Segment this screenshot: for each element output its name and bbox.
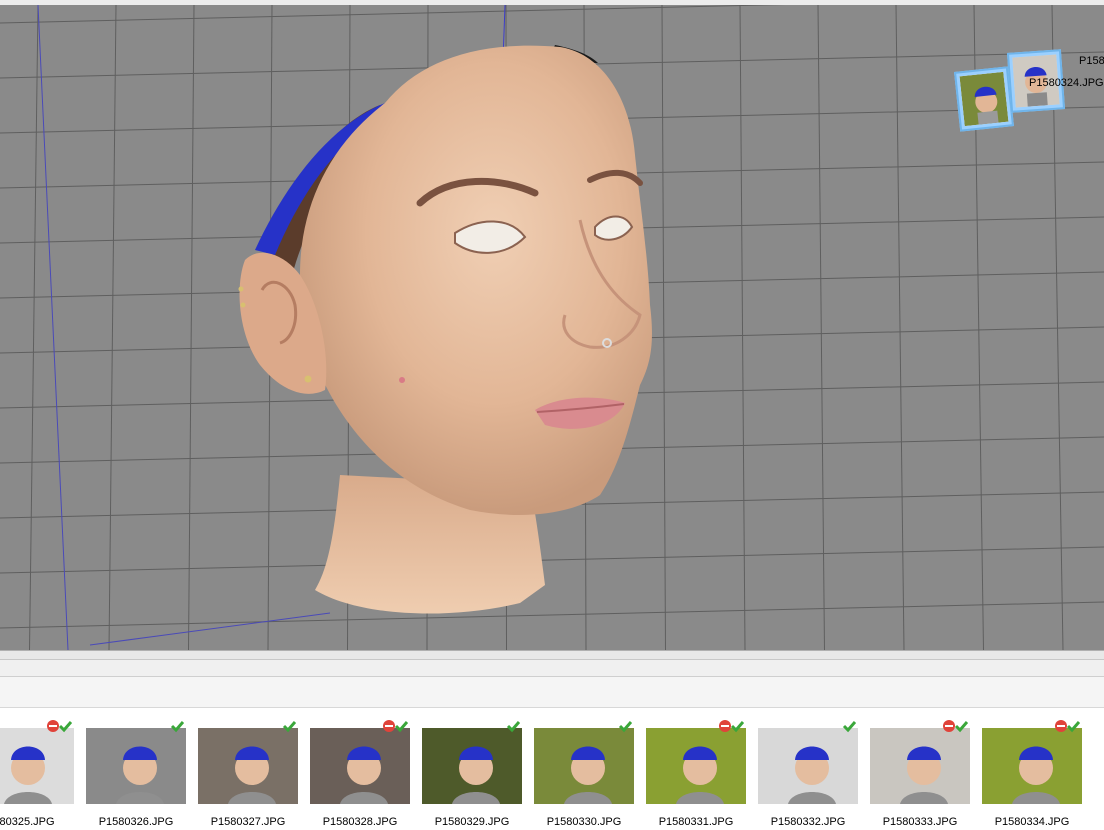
photo-thumbnail[interactable]: P1580333.JPG — [870, 708, 974, 830]
head-model — [238, 45, 652, 614]
photo-thumbnail[interactable]: P1580328.JPG — [310, 708, 414, 830]
check-icon — [954, 719, 969, 733]
photo-filmstrip[interactable]: 580325.JPG P1580326.JPG P1580327.JPG P15803… — [0, 708, 1104, 830]
disabled-icon — [46, 719, 60, 733]
check-icon — [282, 719, 297, 733]
camera-thumbnail[interactable] — [954, 66, 1014, 132]
camera-stack[interactable]: P158 P1580324.JPG — [954, 43, 1104, 143]
photo-image — [198, 728, 298, 804]
photo-thumbnail[interactable]: P1580326.JPG — [86, 708, 190, 830]
photo-image — [534, 728, 634, 804]
grid-line — [0, 5, 786, 24]
photos-toolbar — [0, 676, 1104, 708]
photo-filename: 580325.JPG — [0, 816, 55, 828]
camera-image — [959, 71, 1009, 127]
grid-line — [661, 5, 666, 650]
grid-line — [108, 5, 117, 650]
grid-line — [188, 5, 195, 650]
check-icon — [1066, 719, 1081, 733]
3d-viewport[interactable]: P158 P1580324.JPG — [0, 5, 1104, 650]
photo-image — [646, 728, 746, 804]
disabled-icon — [1054, 719, 1068, 733]
photo-filename: P1580332.JPG — [770, 816, 846, 828]
grid-line — [0, 601, 1104, 629]
grid-line — [0, 546, 1104, 574]
photo-image — [310, 728, 410, 804]
check-icon — [506, 719, 521, 733]
check-icon — [170, 719, 185, 733]
check-icon — [618, 719, 633, 733]
check-icon — [842, 719, 857, 733]
photo-filename: P1580331.JPG — [658, 816, 734, 828]
axis-line — [89, 612, 331, 646]
photo-thumbnail[interactable]: P1580332.JPG — [758, 708, 862, 830]
photo-image — [870, 728, 970, 804]
check-icon — [58, 719, 73, 733]
photo-thumbnail[interactable]: P1580334.JPG — [982, 708, 1086, 830]
photo-filename: P1580326.JPG — [98, 816, 174, 828]
photo-filename: P1580327.JPG — [210, 816, 286, 828]
camera-label: P158 — [1079, 55, 1104, 67]
panel-splitter[interactable] — [0, 650, 1104, 660]
check-icon — [730, 719, 745, 733]
photo-filename: P1580334.JPG — [994, 816, 1070, 828]
grid-line — [895, 5, 905, 650]
photo-thumbnail[interactable]: P1580329.JPG — [422, 708, 526, 830]
axis-line — [37, 5, 69, 650]
grid-line — [29, 5, 39, 650]
photo-filename: P1580328.JPG — [322, 816, 398, 828]
photo-thumbnail[interactable]: P1580327.JPG — [198, 708, 302, 830]
disabled-icon — [382, 719, 396, 733]
photo-filename: P1580329.JPG — [434, 816, 510, 828]
photo-image — [0, 728, 74, 804]
disabled-icon — [942, 719, 956, 733]
photo-thumbnail[interactable]: P1580331.JPG — [646, 708, 750, 830]
photo-thumbnail[interactable]: P1580330.JPG — [534, 708, 638, 830]
grid-line — [739, 5, 746, 650]
photo-filename: P1580333.JPG — [882, 816, 958, 828]
check-icon — [394, 719, 409, 733]
photo-filename: P1580330.JPG — [546, 816, 622, 828]
photo-thumbnail[interactable]: 580325.JPG — [0, 708, 78, 830]
photo-image — [422, 728, 522, 804]
photo-image — [86, 728, 186, 804]
3d-scene — [0, 5, 1104, 650]
disabled-icon — [718, 719, 732, 733]
photo-image — [982, 728, 1082, 804]
photo-image — [758, 728, 858, 804]
camera-label: P1580324.JPG — [1029, 77, 1104, 89]
